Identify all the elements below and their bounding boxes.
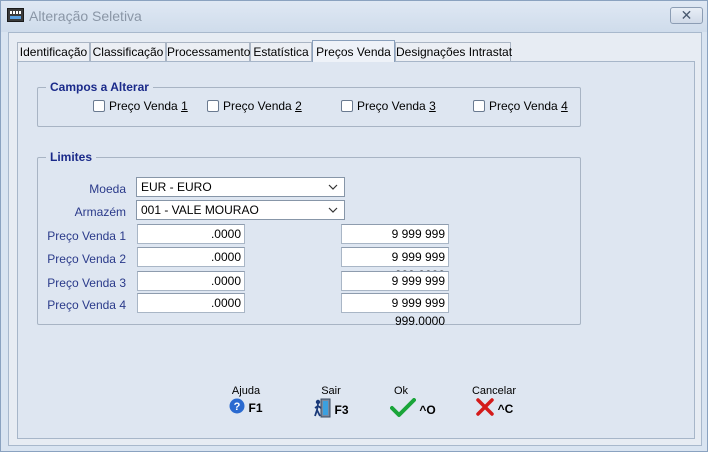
preco-venda-1-from-input[interactable]: .0000 [137,224,245,244]
checkbox-hotkey: 4 [561,99,568,113]
group-campos-alterar: Campos a Alterar Preço Venda 1 Preço Ven… [37,80,581,127]
checkbox-preco-venda-4[interactable]: Preço Venda 4 [473,99,568,113]
chevron-down-icon[interactable] [328,180,338,194]
tab-identificacao[interactable]: Identificação [17,42,90,61]
checkbox-label: Preço Venda [109,99,182,113]
preco-venda-2-from-input[interactable]: .0000 [137,247,245,267]
cancel-button[interactable]: Cancelar ^C [466,385,522,419]
cross-icon [475,398,495,419]
moeda-label: Moeda [89,182,126,196]
preco-venda-2-label: Preço Venda 2 [47,252,126,266]
tab-precos-venda[interactable]: Preços Venda [312,40,395,62]
preco-venda-4-label: Preço Venda 4 [47,298,126,312]
checkbox-box[interactable] [93,100,105,112]
checkbox-hotkey: 2 [295,99,302,113]
dialog-window: Alteração Seletiva ✕ Identificação Class… [0,0,708,452]
tab-estatistica[interactable]: Estatística [250,42,312,61]
checkbox-box[interactable] [341,100,353,112]
checkbox-box[interactable] [473,100,485,112]
group-limites-legend: Limites [46,150,97,164]
checkbox-label: Preço Venda [223,99,296,113]
preco-venda-2-to-input[interactable]: 9 999 999 999.0000 [341,247,449,282]
help-icon: ? [229,398,245,417]
preco-venda-3-label: Preço Venda 3 [47,276,126,290]
group-campos-legend: Campos a Alterar [46,80,153,94]
ok-button[interactable]: Ok ^O [388,385,438,421]
preco-venda-4-to-input[interactable]: 9 999 999 999.0000 [341,293,449,328]
window-title: Alteração Seletiva [29,8,142,24]
checkmark-icon [390,398,417,421]
tab-panel-precos-venda: Campos a Alterar Preço Venda 1 Preço Ven… [17,61,695,439]
moeda-value: EUR - EURO [141,180,212,194]
checkbox-preco-venda-1[interactable]: Preço Venda 1 [93,99,188,113]
checkbox-preco-venda-2[interactable]: Preço Venda 2 [207,99,302,113]
tab-designacoes-intrastat[interactable]: Designações Intrastat [395,42,512,61]
preco-venda-1-label: Preço Venda 1 [47,229,126,243]
checkbox-hotkey: 1 [181,99,188,113]
exit-caption: Sair [321,385,341,397]
tab-classificacao[interactable]: Classificação [90,42,166,61]
armazem-select[interactable]: 001 - VALE MOURAO [136,200,345,220]
checkbox-label: Preço Venda [489,99,562,113]
armazem-label: Armazém [74,205,126,219]
help-key: F1 [248,400,263,415]
exit-door-icon [313,398,331,421]
checkbox-label: Preço Venda [357,99,430,113]
preco-venda-4-from-input[interactable]: .0000 [137,293,245,313]
checkbox-hotkey: 3 [429,99,436,113]
preco-venda-3-from-input[interactable]: .0000 [137,271,245,291]
cancel-key: ^C [497,401,514,416]
close-button[interactable]: ✕ [670,7,703,24]
group-limites: Limites Moeda EUR - EURO Armazém 001 - V… [37,150,581,328]
exit-key: F3 [334,402,349,417]
app-icon [7,8,24,22]
dialog-client-area: Identificação Classificação Processament… [8,32,702,446]
preco-venda-3-to-input[interactable]: 9 999 999 999.0000 [341,271,449,306]
ok-key: ^O [419,402,436,417]
help-button[interactable]: Ajuda ? F1 [221,385,271,417]
title-bar: Alteração Seletiva ✕ [1,1,707,32]
exit-button[interactable]: Sair F3 [306,385,356,421]
armazem-value: 001 - VALE MOURAO [141,203,259,217]
chevron-down-icon[interactable] [328,203,338,217]
svg-text:?: ? [234,401,241,413]
checkbox-box[interactable] [207,100,219,112]
help-caption: Ajuda [231,385,261,397]
preco-venda-1-to-input[interactable]: 9 999 999 999.0000 [341,224,449,259]
moeda-select[interactable]: EUR - EURO [136,177,345,197]
cancel-caption: Cancelar [471,385,517,397]
ok-caption: Ok [394,385,409,397]
checkbox-preco-venda-3[interactable]: Preço Venda 3 [341,99,436,113]
tab-processamento[interactable]: Processamento [166,42,250,61]
